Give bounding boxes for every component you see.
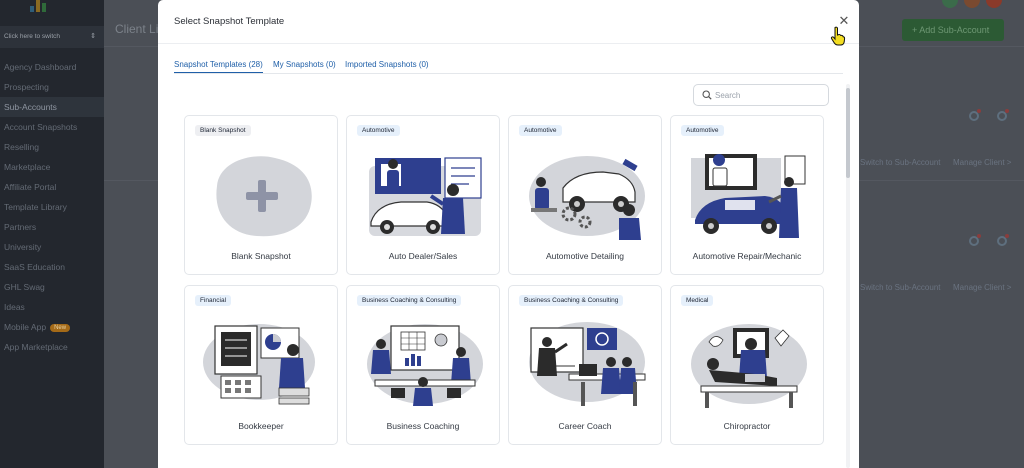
category-chip: Blank Snapshot	[195, 125, 251, 136]
category-chip: Automotive	[357, 125, 400, 136]
category-chip: Medical	[681, 295, 714, 306]
edit-icon[interactable]	[997, 234, 1009, 246]
sidebar-item-label: SaaS Education	[4, 262, 65, 272]
sidebar-item-agency-dashboard[interactable]: Agency Dashboard	[0, 57, 104, 77]
bookkeeper-illustration	[203, 324, 315, 405]
template-card-blank-snapshot[interactable]: Blank Snapshot Blank Snapshot	[184, 115, 338, 275]
sidebar-item-account-snapshots[interactable]: Account Snapshots	[0, 117, 104, 137]
sidebar-item-label: Affiliate Portal	[4, 182, 57, 192]
sidebar-item-label: Template Library	[4, 202, 67, 212]
sidebar-item-partners[interactable]: Partners	[0, 217, 104, 237]
career-coach-illustration	[529, 322, 646, 406]
template-name: Bookkeeper	[238, 421, 284, 431]
template-name: Blank Snapshot	[231, 251, 291, 261]
sidebar-item-label: Mobile App	[4, 322, 47, 332]
sidebar-item-marketplace[interactable]: Marketplace	[0, 157, 104, 177]
sidebar-item-label: GHL Swag	[4, 282, 45, 292]
switch-to-sub-account-link[interactable]: Switch to Sub-Account	[860, 283, 940, 292]
category-chip: Automotive	[681, 125, 724, 136]
search-box	[693, 84, 829, 106]
edit-icon[interactable]	[997, 109, 1009, 121]
sidebar-item-label: Ideas	[4, 302, 25, 312]
sidebar-item-label: App Marketplace	[4, 342, 68, 352]
template-name: Chiropractor	[723, 421, 771, 431]
sidebar-item-saas-education[interactable]: SaaS Education	[0, 257, 104, 277]
sidebar-item-university[interactable]: University	[0, 237, 104, 257]
template-card-chiropractor[interactable]: Medical Chiropractor	[670, 285, 824, 445]
sidebar-item-sub-accounts[interactable]: Sub-Accounts	[0, 97, 104, 117]
template-card-automotive-repair[interactable]: Automotive Automotive Repair/Mechanic	[670, 115, 824, 275]
snapshot-template-modal: Select Snapshot Template ✕ Snapshot Temp…	[158, 0, 859, 468]
tab-my-snapshots[interactable]: My Snapshots (0)	[273, 60, 336, 69]
manage-client-link[interactable]: Manage Client >	[953, 283, 1011, 292]
automotive-repair-illustration	[691, 154, 806, 238]
scrollbar[interactable]	[846, 84, 850, 468]
chevron-updown-icon: ⇕	[90, 33, 96, 40]
scrollbar-thumb[interactable]	[846, 88, 850, 178]
sidebar-item-label: Agency Dashboard	[4, 62, 77, 72]
sidebar-item-label: Prospecting	[4, 82, 49, 92]
search-icon	[702, 90, 712, 100]
category-chip: Financial	[195, 295, 232, 306]
modal-title: Select Snapshot Template	[174, 16, 285, 27]
settings-icon[interactable]	[969, 109, 981, 121]
template-card-bookkeeper[interactable]: Financial Bookkeeper	[184, 285, 338, 445]
sidebar-item-ghl-swag[interactable]: GHL Swag	[0, 277, 104, 297]
template-name: Automotive Repair/Mechanic	[692, 251, 802, 261]
sidebar-item-label: Account Snapshots	[4, 122, 78, 132]
sidebar-item-label: Reselling	[4, 142, 39, 152]
sidebar-item-label: Partners	[4, 222, 37, 232]
sidebar-item-ideas[interactable]: Ideas	[0, 297, 104, 317]
manage-client-link[interactable]: Manage Client >	[953, 158, 1011, 167]
sidebar-item-app-marketplace[interactable]: App Marketplace	[0, 337, 104, 357]
plus-icon	[216, 156, 312, 237]
chiropractor-illustration	[691, 324, 807, 408]
sidebar-item-template-library[interactable]: Template Library	[0, 197, 104, 217]
template-card-career-coach[interactable]: Business Coaching & Consulting Career Co…	[508, 285, 662, 445]
divider	[174, 73, 843, 74]
sidebar-item-label: Sub-Accounts	[4, 102, 57, 112]
template-name: Automotive Detailing	[546, 251, 624, 261]
sidebar-item-reselling[interactable]: Reselling	[0, 137, 104, 157]
category-chip: Business Coaching & Consulting	[357, 295, 462, 306]
search-input[interactable]	[715, 88, 823, 102]
sidebar-item-label: Marketplace	[4, 162, 51, 172]
sidebar-item-mobile-app[interactable]: Mobile App New	[0, 317, 104, 337]
add-sub-account-button[interactable]: + Add Sub-Account	[902, 19, 1004, 41]
sidebar: Click here to switch ⇕ Agency Dashboard …	[0, 0, 104, 468]
auto-dealer-illustration	[369, 157, 482, 236]
category-chip: Automotive	[519, 125, 562, 136]
template-name: Career Coach	[558, 421, 612, 431]
sidebar-item-label: University	[4, 242, 42, 252]
account-switcher-label: Click here to switch	[4, 33, 60, 40]
app-logo	[30, 0, 50, 12]
new-badge: New	[50, 324, 71, 332]
template-card-business-coaching[interactable]: Business Coaching & Consulting Business …	[346, 285, 500, 445]
tab-snapshot-templates[interactable]: Snapshot Templates (28)	[174, 60, 263, 74]
template-name: Auto Dealer/Sales	[388, 251, 458, 261]
sidebar-item-prospecting[interactable]: Prospecting	[0, 77, 104, 97]
switch-to-sub-account-link[interactable]: Switch to Sub-Account	[860, 158, 940, 167]
automotive-detailing-illustration	[529, 156, 645, 240]
category-chip: Business Coaching & Consulting	[519, 295, 624, 306]
business-coaching-illustration	[367, 324, 483, 406]
hand-cursor-icon	[830, 26, 846, 46]
account-switcher[interactable]: Click here to switch ⇕	[0, 26, 104, 48]
divider	[158, 43, 859, 44]
sidebar-item-affiliate-portal[interactable]: Affiliate Portal	[0, 177, 104, 197]
tab-imported-snapshots[interactable]: Imported Snapshots (0)	[345, 60, 429, 69]
template-card-automotive-detailing[interactable]: Automotive Automotive Detailing	[508, 115, 662, 275]
template-name: Business Coaching	[386, 421, 460, 431]
settings-icon[interactable]	[969, 234, 981, 246]
template-card-auto-dealer[interactable]: Automotive Auto Dealer/Sales	[346, 115, 500, 275]
